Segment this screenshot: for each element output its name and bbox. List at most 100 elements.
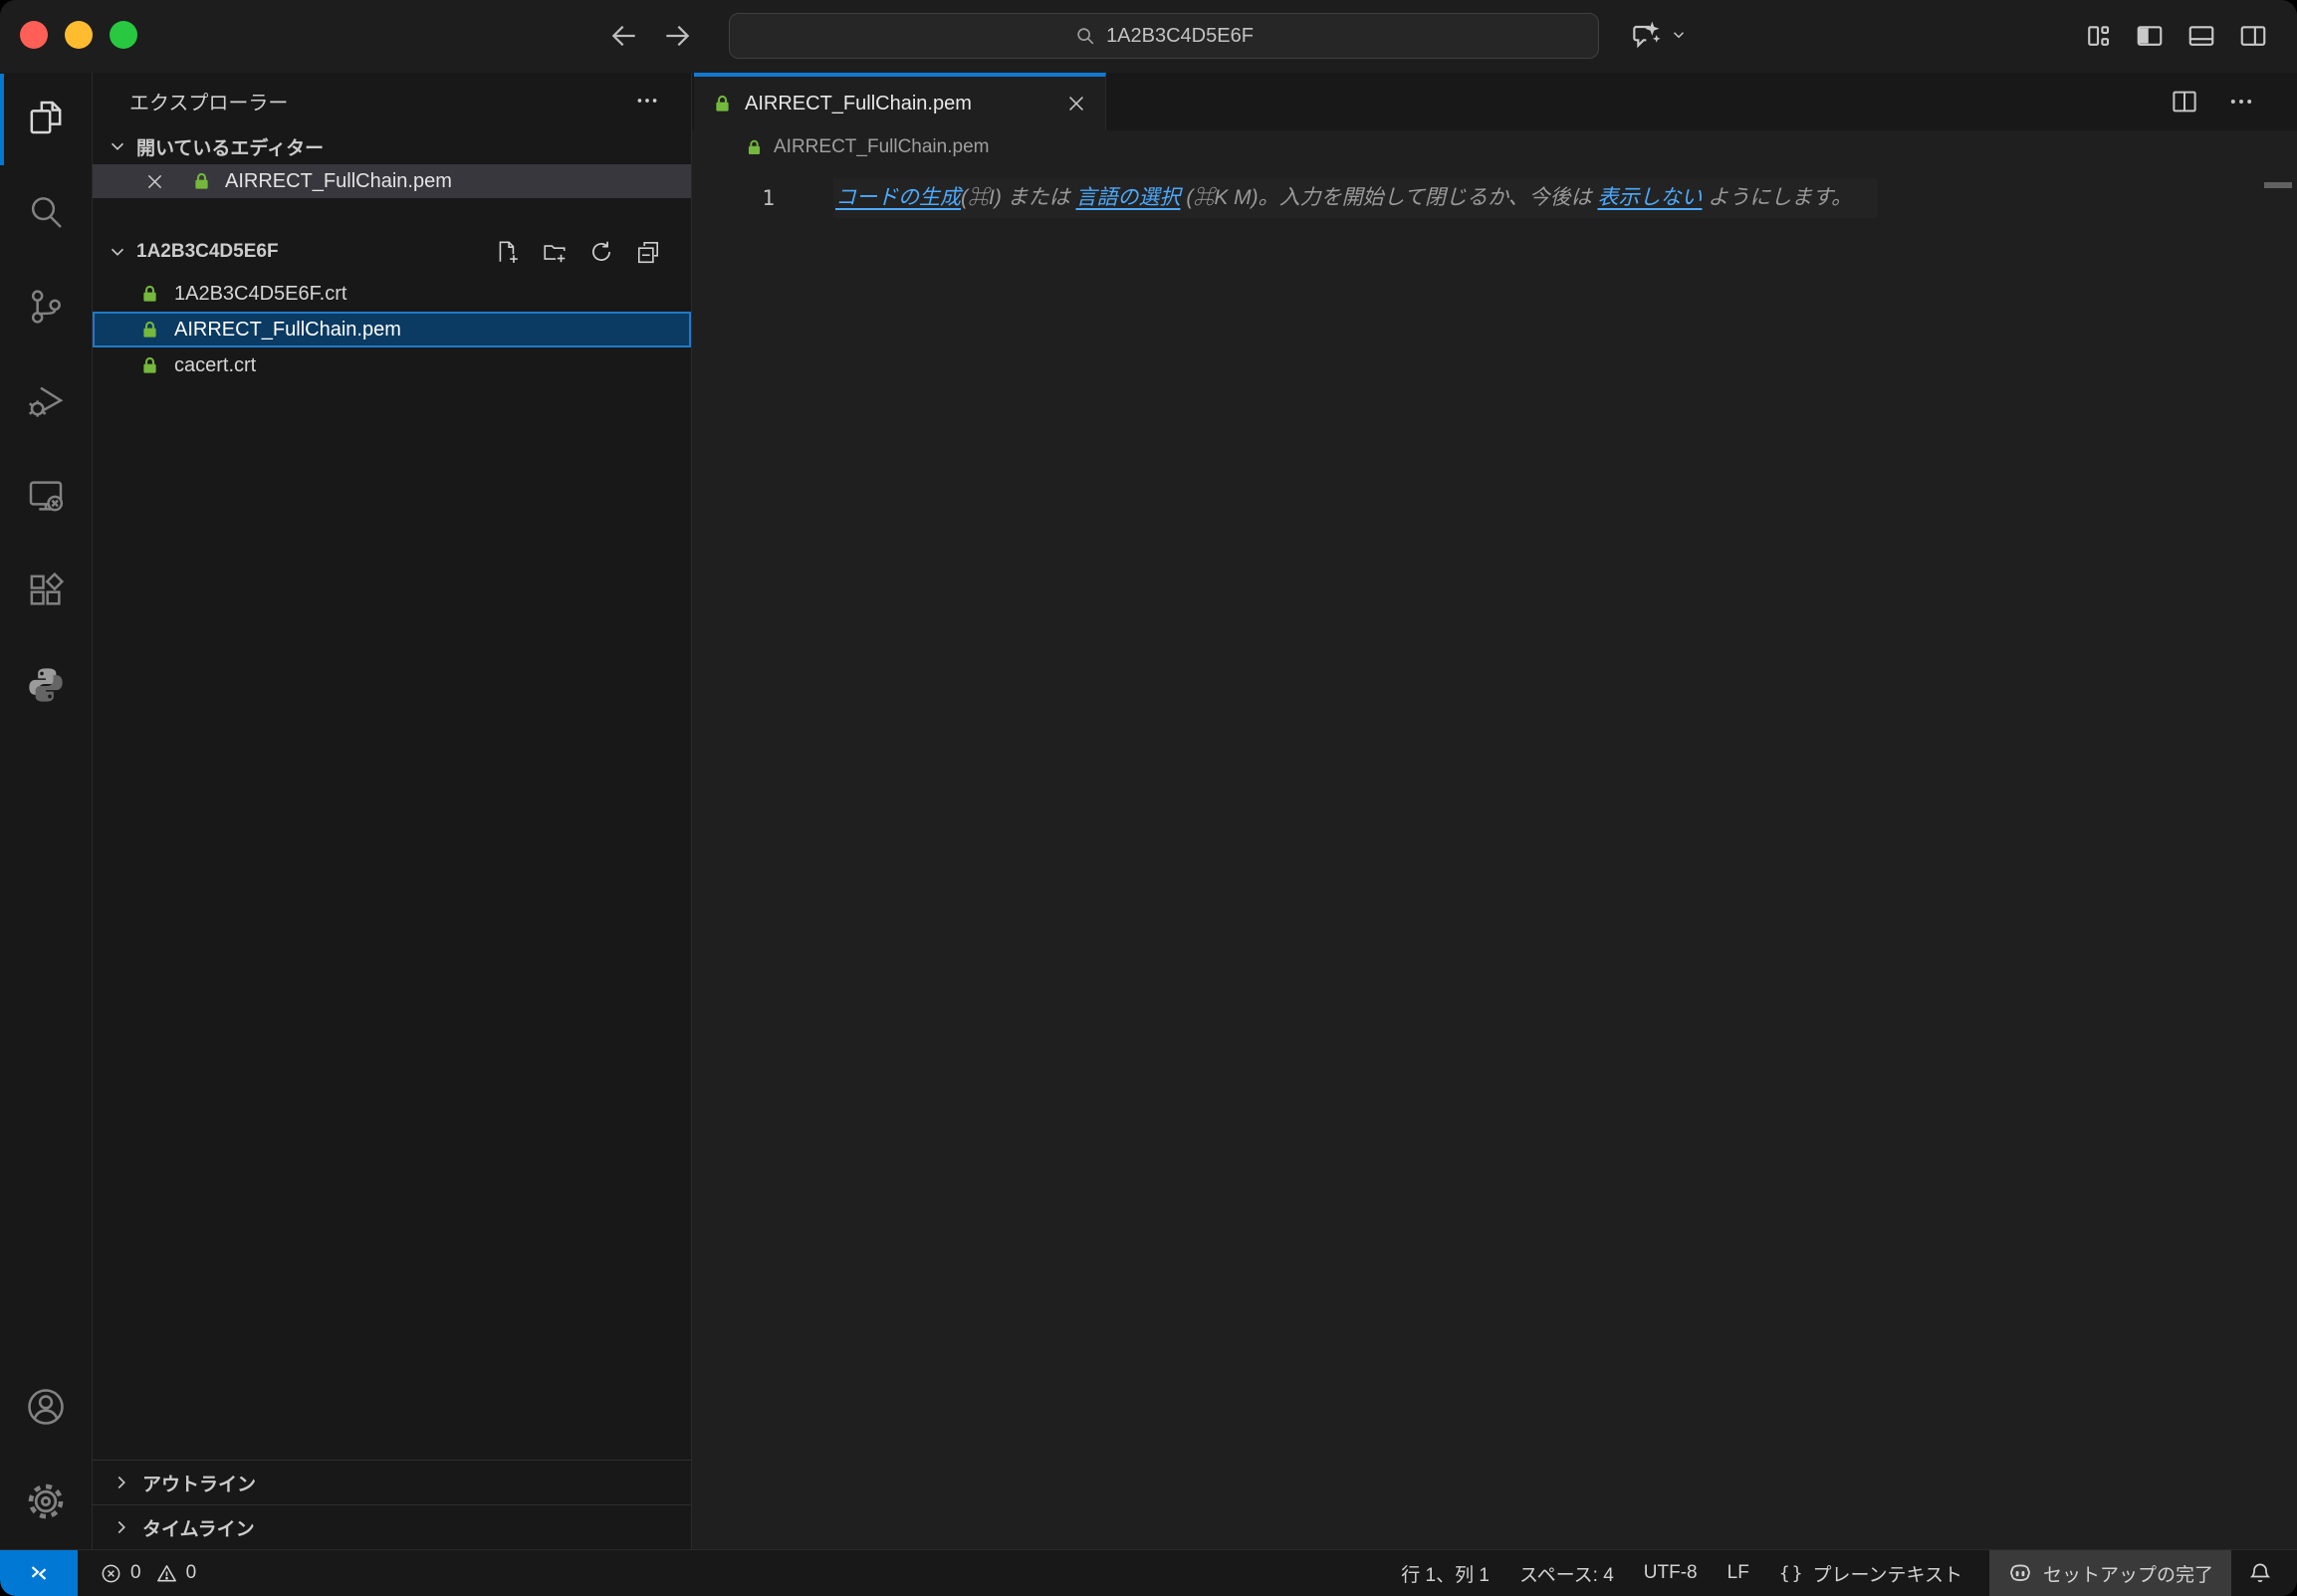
editor-placeholder-hint: コードの生成(⌘I) または 言語の選択 (⌘K M)。入力を開始して閉じるか、… — [833, 178, 1878, 218]
zoom-window-button[interactable] — [110, 21, 137, 49]
customize-layout-icon[interactable] — [2083, 21, 2113, 51]
more-actions-button[interactable] — [634, 88, 660, 114]
problems-button[interactable]: 0 0 — [100, 1562, 202, 1585]
tree-item-crt[interactable]: 1A2B3C4D5E6F.crt — [93, 276, 691, 312]
timeline-label: タイムライン — [142, 1514, 255, 1541]
more-horizontal-icon[interactable] — [2227, 88, 2255, 115]
hint-text: (⌘I) — [961, 186, 1002, 209]
folder-actions — [495, 239, 661, 265]
new-file-icon[interactable] — [495, 239, 521, 265]
source-control-icon — [26, 287, 66, 327]
copilot-icon — [2007, 1560, 2033, 1586]
notifications-button[interactable] — [2231, 1550, 2297, 1596]
outline-label: アウトライン — [142, 1470, 256, 1496]
chevron-down-icon — [107, 135, 128, 157]
language-label: プレーンテキスト — [1813, 1560, 1962, 1587]
minimize-window-button[interactable] — [65, 21, 93, 49]
file-name: AIRRECT_FullChain.pem — [174, 319, 401, 342]
language-mode-button[interactable]: {} プレーンテキスト — [1764, 1550, 1977, 1596]
breadcrumb[interactable]: AIRRECT_FullChain.pem — [692, 130, 2297, 164]
indentation-button[interactable]: スペース: 4 — [1504, 1550, 1629, 1596]
close-tab-button[interactable] — [1065, 93, 1087, 114]
hint-text: (⌘K M)。入力を開始して閉じるか、今後は — [1181, 186, 1598, 209]
sidebar-item-search[interactable] — [0, 188, 92, 236]
chevron-right-icon — [111, 1472, 132, 1493]
choose-language-link[interactable]: 言語の選択 — [1076, 186, 1181, 209]
python-icon — [26, 665, 66, 705]
copilot-setup-label: セットアップの完了 — [2043, 1560, 2213, 1587]
copilot-chat-button[interactable] — [1629, 19, 1688, 51]
tree-item-cacert[interactable]: cacert.crt — [93, 347, 691, 383]
timeline-section-header[interactable]: タイムライン — [93, 1504, 691, 1549]
open-editors-section-header[interactable]: 開いているエディター — [93, 128, 691, 164]
search-icon — [1074, 25, 1096, 47]
file-tree: 1A2B3C4D5E6F.crt AIRRECT_FullChain.pem c… — [93, 276, 691, 383]
sidebar-item-remote-explorer[interactable] — [0, 472, 92, 520]
sidebar-item-run-debug[interactable] — [0, 377, 92, 425]
errors-count: 0 — [130, 1562, 141, 1584]
close-window-button[interactable] — [20, 21, 48, 49]
copilot-chat-icon — [1629, 19, 1661, 51]
new-folder-icon[interactable] — [542, 239, 568, 265]
sidebar-title: エクスプローラー — [129, 87, 288, 115]
collapse-all-icon[interactable] — [635, 239, 661, 265]
refresh-icon[interactable] — [588, 239, 614, 265]
status-right: 行 1、列 1 スペース: 4 UTF-8 LF {} プレーンテキスト セット… — [1386, 1550, 2297, 1596]
editor-line-1[interactable]: 1 コードの生成(⌘I) または 言語の選択 (⌘K M)。入力を開始して閉じる… — [692, 178, 2297, 218]
breadcrumb-item[interactable]: AIRRECT_FullChain.pem — [774, 136, 989, 158]
remote-indicator-button[interactable] — [0, 1550, 78, 1596]
extensions-icon — [26, 570, 66, 610]
navigate-forward-button[interactable] — [659, 18, 695, 54]
accounts-button[interactable] — [0, 1383, 92, 1431]
toggle-panel-icon[interactable] — [2186, 21, 2216, 51]
encoding-button[interactable]: UTF-8 — [1629, 1550, 1713, 1596]
open-editor-filename: AIRRECT_FullChain.pem — [225, 170, 452, 193]
workbench: エクスプローラー 開いているエディター AIRRECT_FullChain.pe… — [0, 73, 2297, 1549]
file-name: 1A2B3C4D5E6F.crt — [174, 283, 346, 306]
open-editors-label: 開いているエディター — [136, 133, 324, 160]
account-icon — [24, 1385, 68, 1429]
chevron-down-icon — [107, 241, 128, 263]
chevron-down-icon[interactable] — [1670, 26, 1688, 44]
tab-airrect-fullchain[interactable]: AIRRECT_FullChain.pem — [694, 73, 1106, 130]
cursor-position-button[interactable]: 行 1、列 1 — [1386, 1550, 1504, 1596]
chevron-right-icon — [111, 1516, 132, 1538]
eol-button[interactable]: LF — [1713, 1550, 1764, 1596]
search-value: 1A2B3C4D5E6F — [1106, 25, 1254, 48]
open-editor-item[interactable]: AIRRECT_FullChain.pem — [93, 164, 691, 198]
readonly-lock-icon — [139, 320, 160, 341]
toggle-secondary-sidebar-icon[interactable] — [2238, 21, 2268, 51]
hint-text: ようにします。 — [1702, 186, 1852, 209]
arrow-right-icon — [661, 20, 693, 52]
tab-bar: AIRRECT_FullChain.pem — [692, 73, 2297, 130]
warnings-count: 0 — [186, 1562, 197, 1584]
tab-label: AIRRECT_FullChain.pem — [745, 93, 972, 115]
layout-controls — [2083, 21, 2268, 51]
close-editor-button[interactable] — [144, 171, 165, 192]
copilot-setup-button[interactable]: セットアップの完了 — [1989, 1550, 2231, 1596]
folder-section-header[interactable]: 1A2B3C4D5E6F — [93, 234, 691, 270]
file-name: cacert.crt — [174, 354, 256, 377]
generate-code-link[interactable]: コードの生成 — [835, 186, 961, 209]
sidebar-item-source-control[interactable] — [0, 283, 92, 331]
outline-section-header[interactable]: アウトライン — [93, 1460, 691, 1504]
tree-item-pem-selected[interactable]: AIRRECT_FullChain.pem — [93, 312, 691, 347]
files-icon — [26, 98, 66, 137]
dont-show-link[interactable]: 表示しない — [1597, 186, 1702, 209]
bell-icon — [2247, 1560, 2273, 1586]
sidebar-item-extensions[interactable] — [0, 567, 92, 614]
sidebar-item-explorer[interactable] — [0, 94, 92, 141]
settings-button[interactable] — [0, 1478, 92, 1525]
close-icon — [144, 171, 165, 192]
sidebar-item-python[interactable] — [0, 661, 92, 709]
sidebar-header: エクスプローラー — [93, 73, 691, 128]
editor-group: AIRRECT_FullChain.pem AIRRECT_FullChain.… — [692, 73, 2297, 1549]
errors-icon — [100, 1562, 122, 1585]
command-center-search[interactable]: 1A2B3C4D5E6F — [729, 13, 1599, 59]
split-editor-icon[interactable] — [2170, 87, 2199, 116]
navigate-back-button[interactable] — [606, 18, 642, 54]
toggle-primary-sidebar-icon[interactable] — [2135, 21, 2165, 51]
line-number: 1 — [692, 178, 833, 218]
remote-icon — [26, 1560, 52, 1586]
readonly-lock-icon — [139, 355, 160, 376]
